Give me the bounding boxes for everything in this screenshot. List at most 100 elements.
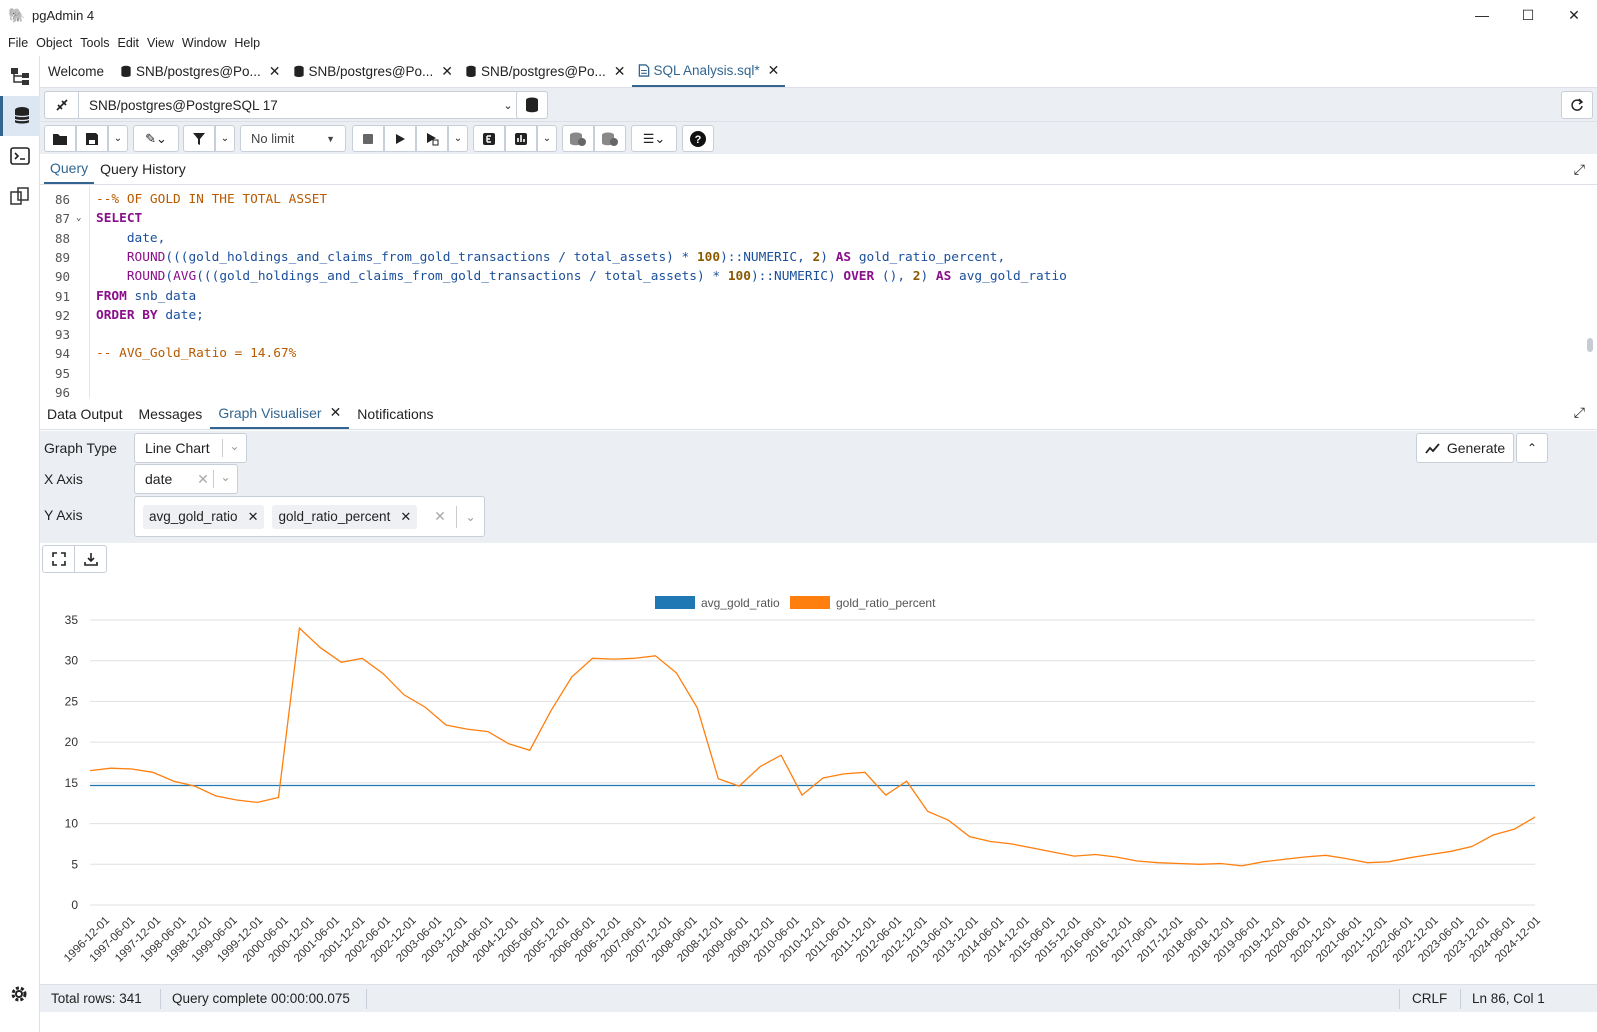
title-bar: 🐘 pgAdmin 4 — ☐ ✕ <box>0 0 1597 30</box>
menu-help[interactable]: Help <box>234 36 260 50</box>
tab-welcome[interactable]: Welcome <box>40 55 114 87</box>
x-axis-select[interactable]: date ✕ ⌄ <box>134 464 238 494</box>
connection-select[interactable]: SNB/postgres@PostgreSQL 17 ⌄ <box>44 91 524 119</box>
tab-query-history[interactable]: Query History <box>94 154 192 184</box>
expand-editor-icon[interactable]: ⤢ <box>1574 161 1585 178</box>
play-icon <box>396 133 405 144</box>
reset-layout-button[interactable] <box>1561 91 1593 119</box>
settings-gear-icon[interactable] <box>9 984 29 1004</box>
save-file-button[interactable] <box>76 125 108 152</box>
execute-options-dropdown[interactable]: ⌄ <box>448 125 468 152</box>
execute-script-button[interactable] <box>416 125 448 152</box>
graph-visualiser-controls: Graph Type Line Chart ⌄ X Axis date ✕ ⌄ … <box>40 431 1597 543</box>
code-line: -- AVG_Gold_Ratio = 14.67% <box>96 346 296 361</box>
close-tab-icon[interactable]: ✕ <box>768 62 780 79</box>
close-tab-icon[interactable]: ✕ <box>330 404 342 421</box>
query-tabs: Query Query History ⤢ <box>40 155 1597 185</box>
rollback-button[interactable] <box>594 125 626 152</box>
tab-snb-postgres-3[interactable]: SNB/postgres@Po... ✕ <box>459 55 632 87</box>
tab-data-output[interactable]: Data Output <box>42 398 131 429</box>
code-token: ) <box>920 269 936 285</box>
row-limit-value: No limit <box>251 131 295 146</box>
code-token: ( <box>165 269 174 285</box>
connection-bar: SNB/postgres@PostgreSQL 17 ⌄ <box>40 88 1597 122</box>
clear-icon[interactable]: ✕ <box>430 508 450 525</box>
line-number: 92 <box>54 307 70 323</box>
y-tick-label: 25 <box>65 694 79 708</box>
code-token: )::NUMERIC, <box>720 249 813 265</box>
filter-icon <box>193 132 205 145</box>
series-line-gold_ratio_percent <box>89 626 1536 867</box>
code-token: snb_data <box>126 288 197 304</box>
tab-messages[interactable]: Messages <box>131 398 211 429</box>
edit-button[interactable]: ✎⌄ <box>133 125 179 152</box>
open-file-button[interactable] <box>44 125 76 152</box>
fold-icon[interactable]: ⌄ <box>76 213 81 223</box>
code-token: ROUND <box>126 249 166 265</box>
graph-type-label: Graph Type <box>44 440 117 456</box>
pencil-icon: ✎⌄ <box>145 130 167 146</box>
query-toolbar: ⌄ ✎⌄ ⌄ No limit ▼ ⌄ ⌄ ☰⌄ ? <box>40 122 1597 154</box>
query-status: Query complete 00:00:00.075 <box>172 991 350 1006</box>
close-icon[interactable]: ✕ <box>1551 0 1597 30</box>
menu-file[interactable]: File <box>8 36 28 50</box>
schema-diff-icon[interactable] <box>0 176 40 216</box>
collapse-button[interactable]: ⌃ <box>1516 433 1548 463</box>
y-axis-select[interactable]: avg_gold_ratio ✕ gold_ratio_percent ✕ ✕ … <box>134 496 485 537</box>
tab-label: SQL Analysis.sql* <box>653 62 760 78</box>
tab-label: Graph Visualiser <box>218 404 322 421</box>
explain-button[interactable] <box>473 125 505 152</box>
new-connection-button[interactable] <box>516 91 548 119</box>
expand-results-icon[interactable]: ⤢ <box>1574 404 1585 421</box>
clear-icon[interactable]: ✕ <box>193 471 213 488</box>
minimize-icon[interactable]: — <box>1459 0 1505 30</box>
sql-editor[interactable]: 86 87 88 89 90 91 92 93 94 95 96 ⌄ --% OF GOLD IN T… <box>40 186 1597 398</box>
remove-chip-icon[interactable]: ✕ <box>248 509 259 525</box>
explain-options-dropdown[interactable]: ⌄ <box>537 125 557 152</box>
code-token: date, <box>96 230 166 246</box>
database-check-icon <box>570 132 586 146</box>
tab-snb-postgres-1[interactable]: SNB/postgres@Po... ✕ <box>114 55 287 87</box>
tab-query[interactable]: Query <box>44 154 95 184</box>
save-options-dropdown[interactable]: ⌄ <box>108 125 128 152</box>
graph-type-select[interactable]: Line Chart ⌄ <box>134 433 247 463</box>
refresh-icon <box>1571 98 1584 111</box>
database-icon <box>121 65 131 77</box>
editor-scrollbar[interactable] <box>1587 338 1593 352</box>
commit-button[interactable] <box>562 125 594 152</box>
filter-options-dropdown[interactable]: ⌄ <box>215 125 235 152</box>
filter-button[interactable] <box>183 125 215 152</box>
maximize-icon[interactable]: ☐ <box>1505 0 1551 30</box>
menu-view[interactable]: View <box>147 36 174 50</box>
tab-sql-analysis[interactable]: SQL Analysis.sql* ✕ <box>631 55 786 87</box>
code-token: FROM <box>96 288 127 304</box>
tab-notifications[interactable]: Notifications <box>349 398 441 429</box>
explain-analyze-button[interactable] <box>505 125 537 152</box>
close-tab-icon[interactable]: ✕ <box>441 63 453 80</box>
close-tab-icon[interactable]: ✕ <box>614 63 626 80</box>
code-token: AS <box>935 269 952 285</box>
query-tool-database-icon[interactable] <box>0 96 40 136</box>
macros-button[interactable]: ☰⌄ <box>631 125 677 152</box>
tab-graph-visualiser[interactable]: Graph Visualiser ✕ <box>210 398 350 429</box>
tab-snb-postgres-2[interactable]: SNB/postgres@Po... ✕ <box>287 55 460 87</box>
menu-edit[interactable]: Edit <box>117 36 139 50</box>
line-number-gutter: 86 87 88 89 90 91 92 93 94 95 96 ⌄ <box>40 186 90 398</box>
menu-tools[interactable]: Tools <box>80 36 109 50</box>
legend-swatch <box>655 596 695 609</box>
tab-label: SNB/postgres@Po... <box>136 63 261 79</box>
y-axis-chip: avg_gold_ratio ✕ <box>143 504 265 529</box>
generate-button[interactable]: Generate <box>1416 433 1514 463</box>
code-token: gold_ratio_percent, <box>851 249 1006 265</box>
object-explorer-icon[interactable] <box>0 56 40 96</box>
menu-window[interactable]: Window <box>182 36 226 50</box>
code-token: AS <box>835 249 852 265</box>
stop-button[interactable] <box>352 125 384 152</box>
close-tab-icon[interactable]: ✕ <box>269 63 281 80</box>
remove-chip-icon[interactable]: ✕ <box>400 509 411 525</box>
row-limit-select[interactable]: No limit ▼ <box>240 125 346 152</box>
psql-terminal-icon[interactable] <box>0 136 40 176</box>
menu-object[interactable]: Object <box>36 36 72 50</box>
help-button[interactable]: ? <box>682 125 714 152</box>
execute-button[interactable] <box>384 125 416 152</box>
